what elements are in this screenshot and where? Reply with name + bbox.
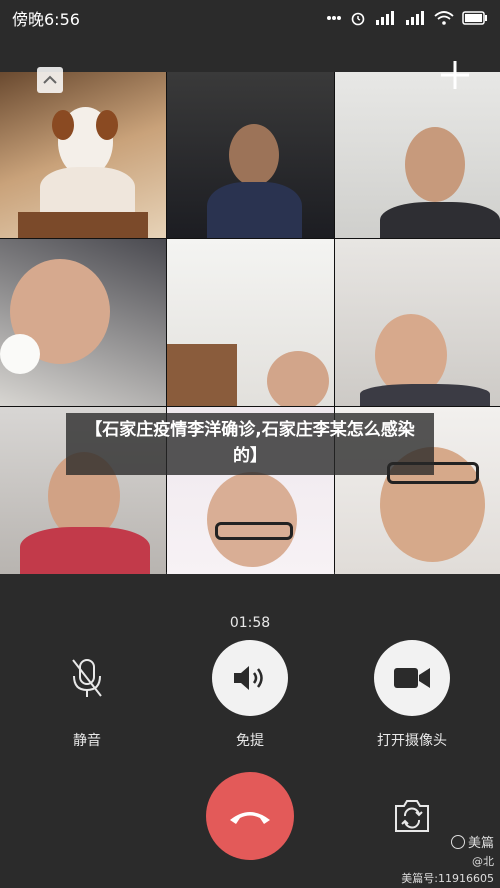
- collapse-button[interactable]: [37, 67, 63, 93]
- camera-label: 打开摄像头: [377, 733, 447, 749]
- mute-label: 静音: [73, 733, 101, 749]
- signal-icon: [374, 11, 396, 25]
- face: [229, 124, 279, 186]
- wifi-icon: [434, 11, 454, 25]
- chevron-up-icon: [43, 75, 57, 84]
- dog-body: [40, 167, 135, 217]
- watermark-id: 美篇号:11916605: [401, 872, 494, 885]
- meipian-logo-icon: [450, 835, 465, 849]
- camera-control[interactable]: 打开摄像头: [352, 640, 472, 750]
- plus-icon: [441, 61, 469, 89]
- battery-icon: [462, 11, 488, 25]
- speaker-control[interactable]: 免提: [190, 640, 310, 750]
- switch-camera-button[interactable]: [392, 798, 432, 834]
- dog-ear-2: [96, 110, 118, 140]
- glasses: [215, 522, 293, 540]
- body: [360, 384, 490, 406]
- light-glare: [0, 334, 40, 374]
- hangup-button[interactable]: [206, 772, 294, 860]
- body: [380, 202, 500, 238]
- shelf: [167, 344, 237, 406]
- mute-button[interactable]: [49, 640, 125, 716]
- watermark-handle: @北: [472, 855, 494, 868]
- speaker-icon: [234, 666, 263, 690]
- add-member-button[interactable]: [438, 58, 472, 92]
- phone-hangup-icon: [230, 812, 270, 824]
- mute-control[interactable]: 静音: [27, 640, 147, 750]
- box: [18, 212, 148, 238]
- video-camera-icon: [394, 668, 430, 688]
- dog-ear: [52, 110, 74, 140]
- microphone-off-icon: [72, 659, 102, 697]
- watermark-brand: 美篇: [450, 832, 494, 851]
- camera-button[interactable]: [374, 640, 450, 716]
- body: [20, 527, 150, 574]
- video-tile-3[interactable]: [335, 72, 500, 238]
- signal-icon-2: [404, 11, 426, 25]
- face: [405, 127, 465, 202]
- video-tile-4[interactable]: [0, 239, 166, 406]
- switch-camera-icon: [395, 800, 429, 832]
- video-tile-6[interactable]: [335, 239, 500, 406]
- alarm-icon: [350, 10, 366, 26]
- status-icons: [326, 10, 488, 26]
- body: [207, 182, 302, 238]
- more-dots-icon: [326, 15, 342, 21]
- call-timer: 01:58: [229, 615, 271, 631]
- video-grid: [0, 72, 500, 574]
- video-tile-5[interactable]: [167, 239, 334, 406]
- status-bar: 傍晚6:56: [0, 0, 500, 36]
- headline-caption: 【石家庄疫情李洋确诊,石家庄李某怎么感染的】: [66, 413, 434, 475]
- status-time: 傍晚6:56: [12, 10, 80, 29]
- face: [207, 472, 297, 567]
- video-tile-dog[interactable]: [0, 72, 166, 238]
- video-tile-2[interactable]: [167, 72, 334, 238]
- face: [267, 351, 329, 406]
- speaker-button[interactable]: [212, 640, 288, 716]
- speaker-label: 免提: [236, 733, 264, 749]
- watermark-brand-text: 美篇: [467, 836, 494, 851]
